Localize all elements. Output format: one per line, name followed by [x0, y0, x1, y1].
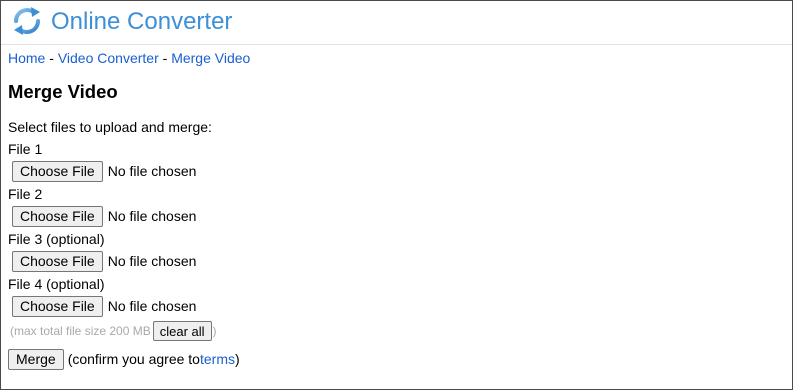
site-title-link[interactable]: Online Converter: [51, 8, 232, 36]
breadcrumb-video-converter-link[interactable]: Video Converter: [58, 50, 159, 66]
breadcrumb-home-link[interactable]: Home: [8, 50, 45, 66]
file-4-input: Choose File No file chosen: [12, 295, 196, 317]
file-1-input: Choose File No file chosen: [12, 160, 196, 182]
file-3-choose-button[interactable]: Choose File: [12, 250, 103, 272]
file-1-choose-button[interactable]: Choose File: [12, 160, 103, 182]
terms-link[interactable]: terms: [200, 351, 235, 367]
site-header: Online Converter: [1, 1, 792, 45]
merge-button[interactable]: Merge: [8, 348, 64, 370]
file-1-status: No file chosen: [107, 163, 197, 179]
file-4-status: No file chosen: [107, 298, 197, 314]
breadcrumb: Home - Video Converter - Merge Video: [8, 50, 250, 66]
file-2-choose-button[interactable]: Choose File: [12, 205, 103, 227]
file-size-note-close: ): [212, 324, 217, 338]
page-title: Merge Video: [8, 81, 118, 102]
file-3-status: No file chosen: [107, 253, 197, 269]
file-3-input: Choose File No file chosen: [12, 250, 196, 272]
clear-all-button[interactable]: clear all: [152, 321, 212, 341]
breadcrumb-merge-video-link[interactable]: Merge Video: [171, 50, 250, 66]
file-2-status: No file chosen: [107, 208, 197, 224]
file-3-label: File 3 (optional): [8, 231, 105, 247]
confirm-text: (confirm you agree to: [67, 351, 200, 367]
file-1-label: File 1: [8, 141, 43, 157]
file-4-choose-button[interactable]: Choose File: [12, 295, 103, 317]
refresh-arrows-icon[interactable]: [12, 6, 42, 36]
file-2-input: Choose File No file chosen: [12, 205, 196, 227]
merge-row: Merge (confirm you agree to terms ): [8, 348, 240, 370]
upload-instruction: Select files to upload and merge:: [8, 119, 212, 135]
file-4-label: File 4 (optional): [8, 276, 105, 292]
file-size-note: (max total file size 200 MB clear all ): [10, 320, 217, 342]
file-2-label: File 2: [8, 186, 43, 202]
page-frame: Online Converter Home - Video Converter …: [0, 0, 793, 390]
confirm-text-close: ): [234, 351, 240, 367]
breadcrumb-separator: -: [162, 50, 168, 66]
breadcrumb-separator: -: [49, 50, 54, 66]
file-size-limit-text: (max total file size 200 MB: [10, 324, 151, 338]
